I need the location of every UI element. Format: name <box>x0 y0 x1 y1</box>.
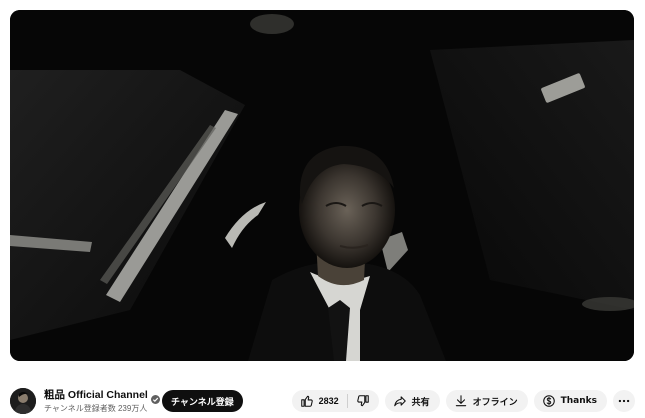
subscribe-button[interactable]: チャンネル登録 <box>162 390 243 412</box>
video-frame <box>10 10 634 361</box>
video-meta-row: 粗品 Official Channel チャンネル登録者数 239万人 チャンネ… <box>10 384 635 418</box>
share-button[interactable]: 共有 <box>384 390 440 412</box>
like-dislike-group: 2832 <box>291 390 379 412</box>
action-bar: 2832 共有 オフライン Thanks <box>291 390 635 412</box>
video-player[interactable] <box>10 10 634 361</box>
share-label: 共有 <box>411 397 430 408</box>
channel-name[interactable]: 粗品 Official Channel <box>44 389 148 402</box>
offline-download-button[interactable]: オフライン <box>445 390 528 412</box>
channel-avatar[interactable] <box>10 388 36 414</box>
verified-check-icon <box>150 391 160 404</box>
download-icon <box>454 394 468 408</box>
more-actions-button[interactable] <box>613 390 635 412</box>
more-horizontal-icon <box>617 394 631 408</box>
offline-label: オフライン <box>472 397 518 408</box>
thanks-label: Thanks <box>560 396 597 406</box>
like-count: 2832 <box>318 396 339 406</box>
thanks-dollar-icon <box>542 394 556 408</box>
dislike-button[interactable] <box>348 390 379 412</box>
channel-name-row: 粗品 Official Channel <box>44 389 160 404</box>
like-button[interactable]: 2832 <box>292 390 347 412</box>
share-arrow-icon <box>393 394 407 408</box>
avatar-image <box>10 388 36 414</box>
thumbs-up-icon <box>300 394 314 408</box>
thumbs-down-icon <box>356 394 370 408</box>
thanks-button[interactable]: Thanks <box>533 390 607 412</box>
channel-info: 粗品 Official Channel チャンネル登録者数 239万人 <box>44 389 160 414</box>
subscriber-count: チャンネル登録者数 239万人 <box>44 403 148 413</box>
